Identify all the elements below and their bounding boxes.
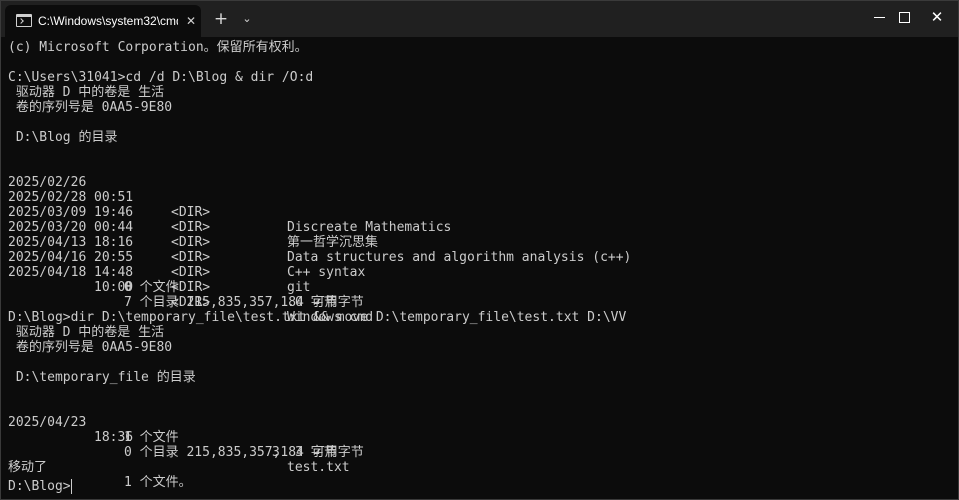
new-tab-button[interactable]: + — [207, 5, 235, 33]
entry-name: 第一哲学沉思集 — [287, 235, 379, 250]
list-item: 2025/02/26 00:51 <DIR> Discreate Mathema… — [8, 160, 451, 235]
copyright-line: (c) Microsoft Corporation。保留所有权利。 — [8, 40, 308, 55]
terminal-icon — [16, 14, 32, 27]
command-line-2: D:\Blog>dir D:\temporary_file\test.txt &… — [8, 310, 627, 325]
maximize-icon — [899, 12, 910, 23]
entry-type: <DIR> — [171, 235, 211, 250]
terminal-output[interactable]: (c) Microsoft Corporation。保留所有权利。 C:\Use… — [1, 37, 958, 499]
entry-name: Discreate Mathematics — [287, 220, 452, 235]
list-item: 2025/04/18 10:00 <DIR> Windows cmd — [8, 250, 373, 325]
entry-time: 14:48 — [94, 265, 134, 280]
summary-files-line-2: 1 个文件 3 字节 — [8, 415, 337, 460]
serial-line-1: 卷的序列号是 0AA5-9E80 — [8, 100, 173, 115]
entry-time: 00:44 — [94, 220, 134, 235]
summary-dirs-line-2: 0 个目录 215,835,357,184 可用字节 — [8, 430, 364, 460]
tab-close-button[interactable]: ✕ — [183, 13, 199, 29]
file-entry: 2025/04/23 18:36 3 test.txt — [8, 400, 350, 475]
summary-dirs-line-1: 7 个目录 215,835,357,184 可用字节 — [8, 280, 364, 310]
entry-name: test.txt — [287, 460, 350, 475]
summary-files-line-1: 0 个文件 0 字节 — [8, 265, 337, 310]
list-item: 2025/04/13 20:55 <DIR> git — [8, 220, 310, 295]
moved-label: 移动了 — [8, 460, 48, 475]
close-button[interactable]: ✕ — [914, 1, 958, 33]
entry-time: 19:46 — [94, 205, 134, 220]
dir-header-2: D:\temporary_file 的目录 — [8, 370, 196, 385]
list-item: 2025/04/16 14:48 <DIR> . — [8, 235, 295, 310]
tab-cmd[interactable]: C:\Windows\system32\cmd.ex ✕ — [5, 5, 201, 37]
volume-line-1: 驱动器 D 中的卷是 生活 — [8, 85, 165, 100]
dir-header-1: D:\Blog 的目录 — [8, 130, 118, 145]
moved-line: 移动了 1 个文件。 — [8, 445, 192, 490]
entry-name: C++ syntax — [287, 265, 366, 280]
entry-type: <DIR> — [171, 205, 211, 220]
entry-time: 00:51 — [94, 190, 134, 205]
dir-count-free-bytes: 7 个目录 215,835,357,184 可用字节 — [124, 295, 364, 310]
title-bar[interactable]: C:\Windows\system32\cmd.ex ✕ + ⌄ ✕ — [1, 1, 958, 37]
tab-dropdown-button[interactable]: ⌄ — [233, 5, 261, 33]
entry-time: 20:55 — [94, 250, 134, 265]
terminal-window: C:\Windows\system32\cmd.ex ✕ + ⌄ ✕ (c) M… — [0, 0, 959, 500]
file-count: 0 个文件 — [124, 280, 179, 295]
list-item: 2025/02/28 19:46 <DIR> 第一哲学沉思集 — [8, 175, 378, 250]
entry-name: Data structures and algorithm analysis (… — [287, 250, 632, 265]
entry-type: <DIR> — [171, 220, 211, 235]
moved-count: 1 个文件。 — [124, 475, 192, 490]
volume-line-2: 驱动器 D 中的卷是 生活 — [8, 325, 165, 340]
tab-title: C:\Windows\system32\cmd.ex — [38, 14, 178, 28]
command-line-1: C:\Users\31041>cd /d D:\Blog & dir /O:d — [8, 70, 314, 85]
text-cursor — [71, 479, 72, 494]
list-item: 2025/03/09 00:44 <DIR> Data structures a… — [8, 190, 631, 265]
entry-type: <DIR> — [171, 250, 211, 265]
entry-time: 18:16 — [94, 235, 134, 250]
command-prompt[interactable]: D:\Blog> — [8, 479, 71, 494]
entry-type: <DIR> — [171, 265, 211, 280]
list-item: 2025/03/20 18:16 <DIR> C++ syntax — [8, 205, 365, 280]
file-count: 1 个文件 — [124, 430, 179, 445]
serial-line-2: 卷的序列号是 0AA5-9E80 — [8, 340, 173, 355]
dir-count-free-bytes: 0 个目录 215,835,357,184 可用字节 — [124, 445, 364, 460]
entry-name: git — [287, 280, 311, 295]
